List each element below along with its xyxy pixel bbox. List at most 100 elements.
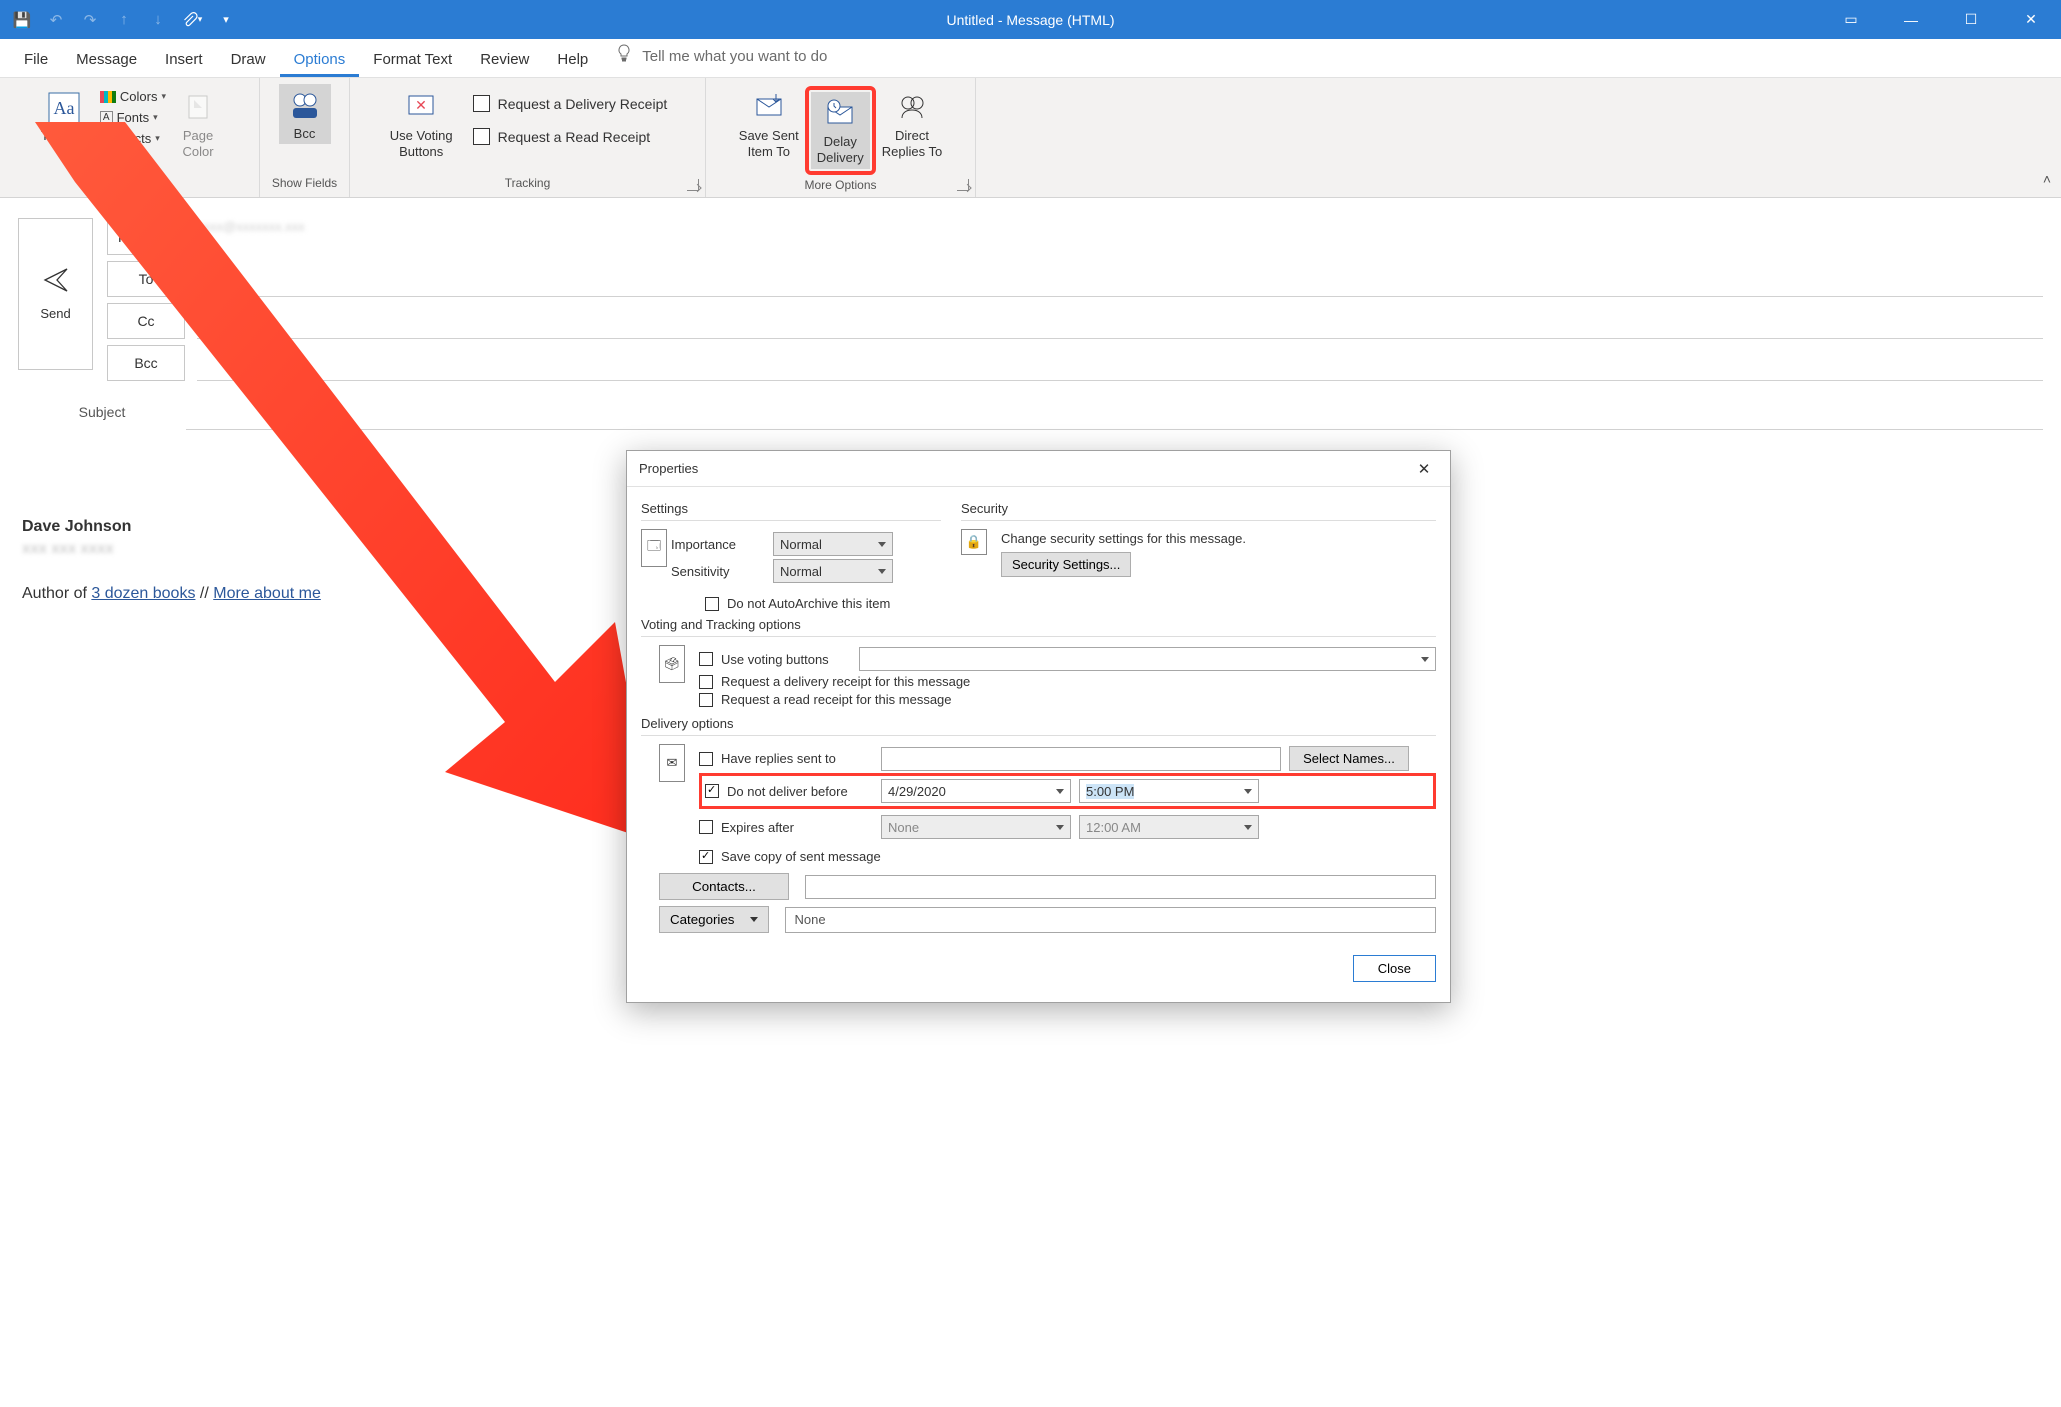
tracking-dialog-launcher[interactable] bbox=[687, 179, 699, 191]
tab-message[interactable]: Message bbox=[62, 42, 151, 77]
delivery-receipt-checkbox[interactable]: Request a delivery receipt for this mess… bbox=[699, 674, 1436, 689]
dialog-close-button[interactable]: ✕ bbox=[1410, 455, 1438, 483]
minimize-button[interactable]: — bbox=[1881, 0, 1941, 39]
to-field[interactable] bbox=[197, 261, 2043, 297]
signature-name: Dave Johnson bbox=[22, 518, 614, 536]
collapse-ribbon-icon[interactable]: ˄ bbox=[2043, 171, 2051, 187]
svg-text:Aa: Aa bbox=[54, 98, 75, 118]
settings-icon: 🗔 bbox=[641, 529, 667, 567]
ribbon-display-options-icon[interactable]: ▭ bbox=[1821, 0, 1881, 39]
ribbon-options: Aa Themes ▾ Colors▾ AFonts▾ ◔Effects▾ Pa… bbox=[0, 78, 2061, 198]
colors-button[interactable]: Colors▾ bbox=[98, 88, 168, 105]
more-options-dialog-launcher[interactable] bbox=[957, 179, 969, 191]
down-arrow-icon[interactable]: ↓ bbox=[142, 4, 174, 36]
read-receipt-checkbox[interactable]: Request a read receipt for this message bbox=[699, 692, 1436, 707]
voting-icon: ✕ bbox=[401, 88, 441, 128]
security-settings-button[interactable]: Security Settings... bbox=[1001, 552, 1131, 577]
quick-access-toolbar: 💾 ↶ ↷ ↑ ↓ ▾ ▾ bbox=[0, 4, 242, 36]
expires-date: None bbox=[881, 815, 1071, 839]
bcc-field[interactable] bbox=[197, 345, 2043, 381]
not-before-date[interactable]: 4/29/2020 bbox=[881, 779, 1071, 803]
cc-field[interactable] bbox=[197, 303, 2043, 339]
save-sent-item-to-button[interactable]: Save Sent Item To bbox=[733, 86, 805, 163]
settings-header: Settings bbox=[641, 501, 941, 516]
delivery-section-icon: ✉ bbox=[659, 744, 685, 782]
voting-tracking-header: Voting and Tracking options bbox=[641, 617, 1436, 632]
voting-section-icon: 🗳 bbox=[659, 645, 685, 683]
link-about[interactable]: More about me bbox=[213, 585, 321, 602]
page-color-icon bbox=[178, 88, 218, 128]
send-button[interactable]: Send bbox=[18, 218, 93, 370]
message-body[interactable]: Dave Johnson xxx xxx xxxx Author of 3 do… bbox=[18, 430, 618, 627]
expires-after-checkbox[interactable]: Expires after bbox=[699, 820, 873, 835]
auto-archive-checkbox[interactable]: Do not AutoArchive this item bbox=[641, 596, 1436, 611]
voting-buttons-combo[interactable] bbox=[859, 647, 1436, 671]
checkbox-icon bbox=[473, 95, 490, 112]
importance-select[interactable]: Normal bbox=[773, 532, 893, 556]
page-color-button[interactable]: Page Color bbox=[172, 86, 224, 163]
maximize-button[interactable]: ☐ bbox=[1941, 0, 2001, 39]
tell-me-placeholder: Tell me what you want to do bbox=[642, 48, 827, 65]
up-arrow-icon[interactable]: ↑ bbox=[108, 4, 140, 36]
tell-me-search[interactable]: Tell me what you want to do bbox=[602, 35, 841, 77]
from-button[interactable]: From▾ bbox=[107, 219, 185, 255]
redo-icon[interactable]: ↷ bbox=[74, 4, 106, 36]
group-themes-label: Themes bbox=[108, 173, 151, 195]
tab-file[interactable]: File bbox=[10, 42, 62, 77]
direct-replies-to-button[interactable]: Direct Replies To bbox=[876, 86, 948, 163]
link-books[interactable]: 3 dozen books bbox=[91, 585, 195, 602]
themes-label: Themes bbox=[41, 128, 88, 144]
not-before-time[interactable]: 5:00 PM bbox=[1079, 779, 1259, 803]
themes-button[interactable]: Aa Themes ▾ bbox=[35, 86, 94, 158]
categories-button[interactable]: Categories bbox=[659, 906, 769, 933]
use-voting-checkbox[interactable]: Use voting buttons bbox=[699, 652, 851, 667]
effects-button[interactable]: ◔Effects▾ bbox=[98, 130, 168, 147]
bcc-button[interactable]: Bcc bbox=[107, 345, 185, 381]
contacts-field[interactable] bbox=[805, 875, 1436, 899]
request-read-receipt[interactable]: Request a Read Receipt bbox=[469, 125, 672, 148]
security-message: Change security settings for this messag… bbox=[1001, 529, 1246, 552]
to-button[interactable]: To bbox=[107, 261, 185, 297]
close-button[interactable]: ✕ bbox=[2001, 0, 2061, 39]
ribbon-tabs: File Message Insert Draw Options Format … bbox=[0, 39, 2061, 78]
use-voting-label: Use Voting Buttons bbox=[390, 128, 453, 161]
select-names-button[interactable]: Select Names... bbox=[1289, 746, 1409, 771]
cc-button[interactable]: Cc bbox=[107, 303, 185, 339]
qat-customize-icon[interactable]: ▾ bbox=[210, 4, 242, 36]
save-icon[interactable]: 💾 bbox=[6, 4, 38, 36]
tab-options[interactable]: Options bbox=[280, 42, 360, 77]
tab-insert[interactable]: Insert bbox=[151, 42, 217, 77]
attachment-icon[interactable]: ▾ bbox=[176, 4, 208, 36]
delivery-options-header: Delivery options bbox=[641, 716, 1436, 731]
bcc-label: Bcc bbox=[294, 126, 316, 142]
not-deliver-before-checkbox[interactable]: Do not deliver before bbox=[705, 784, 873, 799]
subject-field[interactable] bbox=[186, 394, 2043, 430]
request-delivery-receipt[interactable]: Request a Delivery Receipt bbox=[469, 92, 672, 115]
undo-icon[interactable]: ↶ bbox=[40, 4, 72, 36]
tab-format-text[interactable]: Format Text bbox=[359, 42, 466, 77]
sensitivity-select[interactable]: Normal bbox=[773, 559, 893, 583]
bcc-icon bbox=[285, 86, 325, 126]
replies-sent-to-field[interactable] bbox=[881, 747, 1281, 771]
effects-icon: ◔ bbox=[100, 131, 108, 146]
close-dialog-button[interactable]: Close bbox=[1353, 955, 1436, 982]
group-showfields-label: Show Fields bbox=[272, 173, 337, 195]
tab-review[interactable]: Review bbox=[466, 42, 543, 77]
lightbulb-icon bbox=[616, 44, 632, 68]
delay-delivery-icon bbox=[820, 94, 860, 134]
tab-help[interactable]: Help bbox=[543, 42, 602, 77]
checkbox-icon bbox=[473, 128, 490, 145]
use-voting-buttons[interactable]: ✕ Use Voting Buttons bbox=[384, 86, 459, 163]
contacts-button[interactable]: Contacts... bbox=[659, 873, 789, 900]
security-header: Security bbox=[961, 501, 1436, 516]
from-value: xxxx@xxxxxxx.xxx bbox=[197, 219, 2043, 255]
tab-draw[interactable]: Draw bbox=[217, 42, 280, 77]
bcc-button[interactable]: Bcc bbox=[279, 84, 331, 144]
colors-icon bbox=[100, 91, 116, 103]
delay-delivery-button[interactable]: Delay Delivery bbox=[811, 92, 870, 169]
fonts-button[interactable]: AFonts▾ bbox=[98, 109, 168, 126]
subject-label: Subject bbox=[18, 404, 186, 420]
dialog-titlebar[interactable]: Properties ✕ bbox=[627, 451, 1450, 487]
save-copy-checkbox[interactable]: Save copy of sent message bbox=[699, 849, 1436, 864]
replies-sent-to-checkbox[interactable]: Have replies sent to bbox=[699, 751, 873, 766]
